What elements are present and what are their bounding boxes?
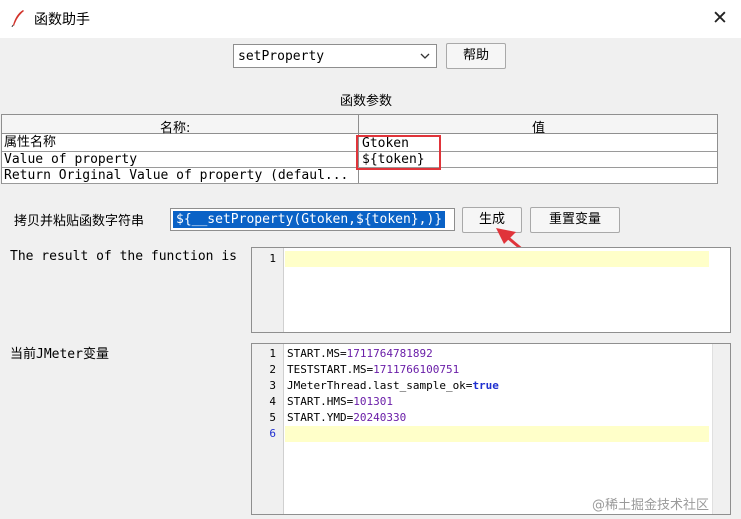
line-number-gutter: 1 [252,248,284,332]
line-number: 4 [269,395,276,408]
chevron-down-icon [420,53,430,59]
function-string-field[interactable]: ${__setProperty(Gtoken,${token},)} [170,208,455,231]
param-name-cell[interactable]: Value of property [4,152,137,168]
params-section-title: 函数参数 [340,94,393,109]
help-button[interactable]: 帮助 [446,43,506,69]
title-bar: 函数助手 ✕ [0,0,741,38]
params-table-header: 名称: 值 [2,114,717,136]
copy-function-label: 拷贝并粘贴函数字符串 [14,214,145,229]
watermark: @稀土掘金技术社区 [592,498,710,513]
close-icon[interactable]: ✕ [708,6,732,30]
line-number: 1 [269,347,276,360]
function-select[interactable]: setProperty [233,44,437,68]
function-select-value: setProperty [238,49,325,64]
line-number-gutter: 1 2 3 4 5 6 [252,344,284,514]
param-name-cell[interactable]: 属性名称 [4,135,56,151]
variable-line: START.YMD=20240330 [287,411,407,424]
result-label: The result of the function is [10,249,237,264]
line-number: 6 [269,427,276,440]
variable-line: JMeterThread.last_sample_ok=true [287,379,499,392]
param-name-cell[interactable]: Return Original Value of property (defau… [4,168,348,184]
line-number: 2 [269,363,276,376]
line-number: 1 [269,252,276,265]
line-number: 5 [269,411,276,424]
highlight-box [356,135,441,170]
current-line-highlight [285,251,709,267]
vertical-scrollbar[interactable] [712,344,730,514]
function-string-selection: ${__setProperty(Gtoken,${token},)} [173,211,446,228]
variables-editor[interactable]: 1 2 3 4 5 6 START.MS=1711764781892 TESTS… [251,343,731,515]
line-number: 3 [269,379,276,392]
column-header-name: 名称: [160,121,191,136]
result-editor[interactable]: 1 [251,247,731,333]
jmeter-variables-label: 当前JMeter变量 [10,347,109,362]
feather-icon [11,10,24,27]
current-line-highlight [285,426,709,442]
variable-line: START.MS=1711764781892 [287,347,433,360]
window-title: 函数助手 [34,12,90,28]
variable-line: TESTSTART.MS=1711766100751 [287,363,460,376]
column-header-value: 值 [532,121,546,136]
variable-line: START.HMS=101301 [287,395,393,408]
